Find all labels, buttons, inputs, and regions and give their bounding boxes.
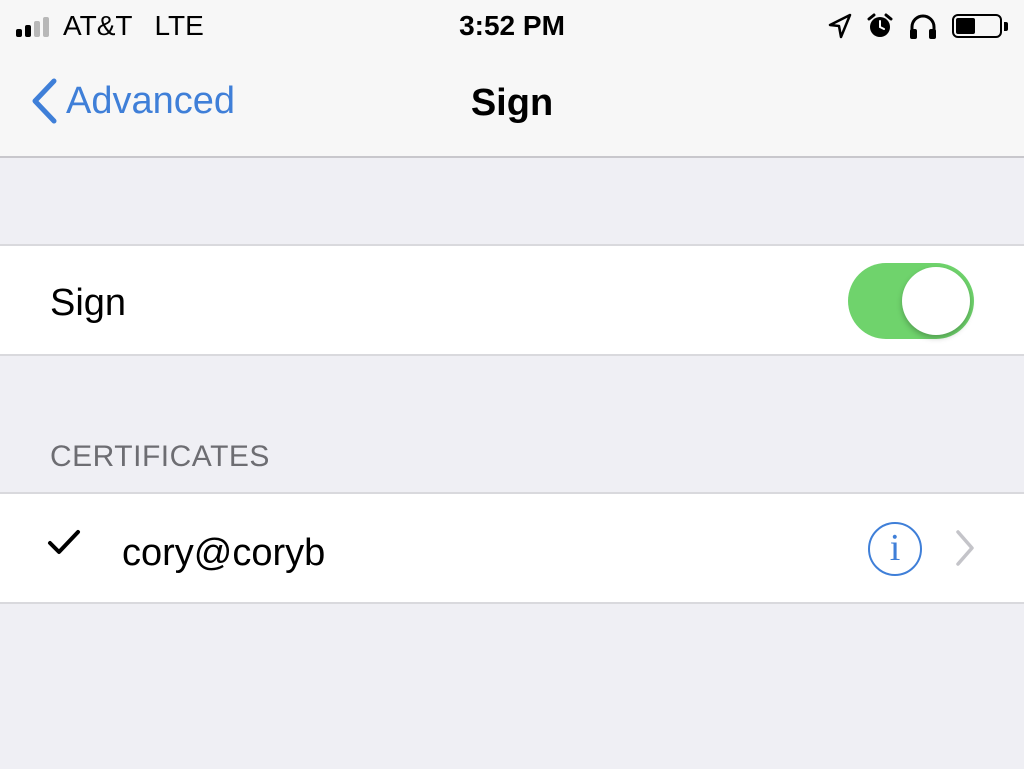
sign-cell: Sign bbox=[0, 244, 1024, 356]
alarm-icon bbox=[867, 13, 893, 37]
status-bar: AT&T LTE 3:52 PM bbox=[0, 0, 1024, 52]
headphones-icon bbox=[910, 14, 936, 39]
battery-fill bbox=[956, 18, 975, 34]
checkmark-icon bbox=[48, 530, 80, 554]
chevron-right-icon bbox=[956, 530, 974, 566]
sign-toggle[interactable] bbox=[848, 263, 974, 339]
status-right bbox=[828, 12, 1008, 40]
toggle-knob bbox=[902, 267, 970, 335]
battery-icon bbox=[952, 14, 1008, 38]
certificate-email: cory@coryb bbox=[122, 532, 326, 574]
status-time: 3:52 PM bbox=[459, 10, 565, 41]
certificate-row[interactable]: cory@coryb i bbox=[0, 492, 1024, 604]
status-left: AT&T LTE bbox=[16, 10, 204, 42]
page-title: Sign bbox=[470, 82, 554, 124]
certificates-section-header: CERTIFICATES bbox=[50, 440, 270, 473]
signal-strength-icon bbox=[16, 15, 49, 37]
carrier-label: AT&T bbox=[63, 10, 133, 41]
info-icon[interactable]: i bbox=[868, 522, 922, 576]
location-arrow-icon bbox=[828, 13, 852, 39]
network-label: LTE bbox=[154, 10, 204, 41]
navigation-bar: Advanced Sign bbox=[0, 52, 1024, 158]
sign-label: Sign bbox=[50, 282, 127, 324]
